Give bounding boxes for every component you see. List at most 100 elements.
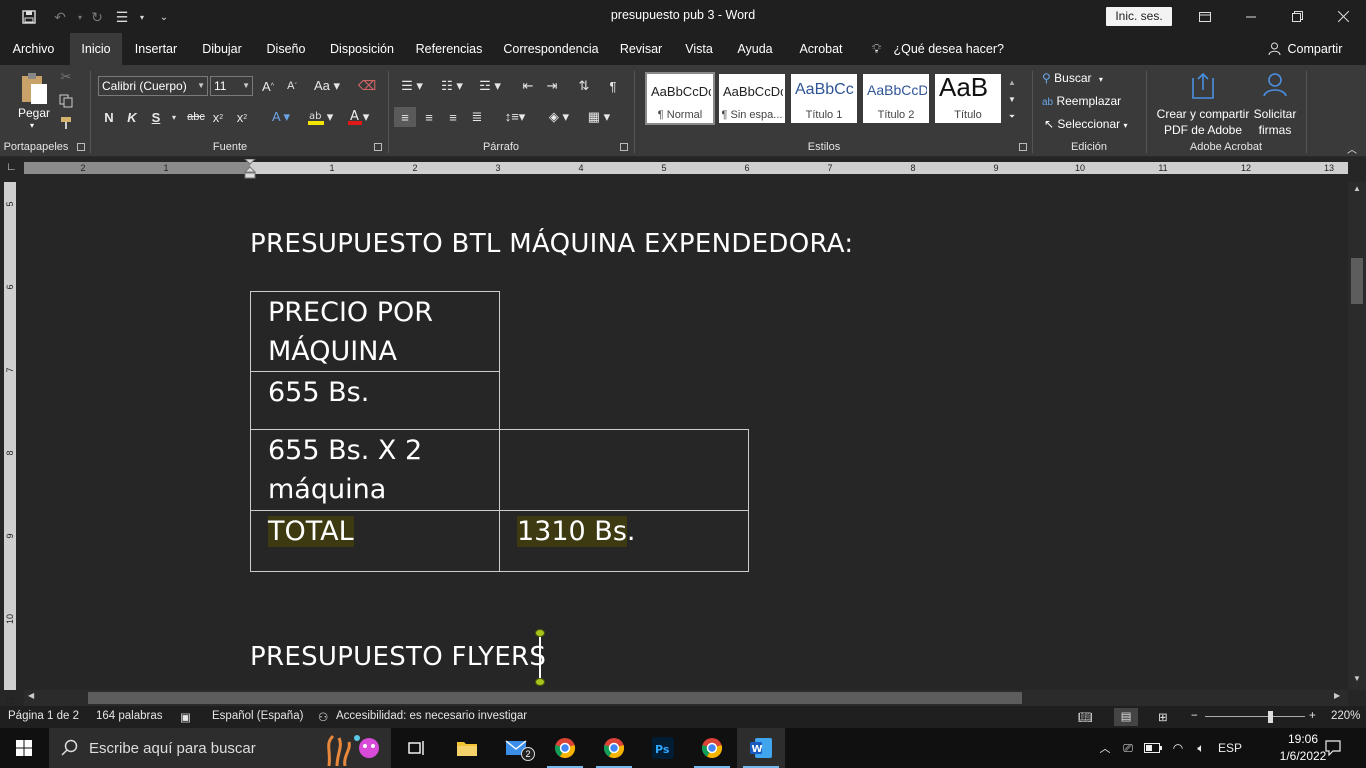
highlight-color-icon[interactable]: ab ▾ bbox=[302, 108, 338, 126]
decrease-indent-icon[interactable]: ⇤ bbox=[518, 77, 538, 95]
meet-now-icon[interactable]: ⎚ bbox=[1118, 728, 1138, 768]
strikethrough-icon[interactable]: abc bbox=[186, 108, 206, 126]
volume-icon[interactable]: 🔈︎ bbox=[1190, 728, 1212, 768]
select-button[interactable]: ↖ Seleccionar ▾ bbox=[1044, 117, 1127, 131]
collapse-ribbon-icon[interactable]: ︿ bbox=[1344, 141, 1360, 156]
ribbon-display-options-icon[interactable] bbox=[1182, 0, 1228, 33]
tab-ayuda[interactable]: Ayuda bbox=[732, 33, 778, 65]
tab-diseno[interactable]: Diseño bbox=[262, 33, 310, 65]
style-title[interactable]: AaB Título bbox=[935, 72, 1001, 123]
shrink-font-icon[interactable]: Aˇ bbox=[283, 77, 301, 95]
tell-me-search[interactable]: 💡︎ ¿Qué desea hacer? bbox=[872, 33, 1004, 65]
tab-insertar[interactable]: Insertar bbox=[130, 33, 182, 65]
styles-launcher-icon[interactable] bbox=[1019, 143, 1027, 151]
scroll-left-icon[interactable]: ◀ bbox=[28, 691, 40, 703]
style-heading-1[interactable]: AaBbCc Título 1 bbox=[791, 74, 857, 123]
file-explorer-icon[interactable] bbox=[443, 728, 491, 768]
font-launcher-icon[interactable] bbox=[374, 143, 382, 151]
table-cell[interactable]: 1310 Bs. bbox=[499, 510, 749, 572]
selection-handle-icon[interactable] bbox=[535, 678, 545, 686]
tab-selector-icon[interactable]: ∟ bbox=[6, 161, 18, 175]
justify-icon[interactable]: ≣ bbox=[467, 107, 487, 127]
paste-dropdown-icon[interactable]: ▾ bbox=[30, 121, 34, 130]
underline-dropdown-icon[interactable]: ▾ bbox=[168, 108, 180, 126]
share-button[interactable]: Compartir bbox=[1268, 33, 1342, 65]
print-layout-icon[interactable]: ▤ bbox=[1114, 708, 1138, 726]
heading-btl[interactable]: PRESUPUESTO BTL MÁQUINA EXPENDEDORA: bbox=[250, 229, 853, 259]
gallery-up-icon[interactable]: ▲ bbox=[1005, 74, 1019, 90]
tab-archivo[interactable]: Archivo bbox=[6, 33, 61, 65]
language-status[interactable]: Español (España) bbox=[212, 710, 303, 722]
mail-icon[interactable]: 2 bbox=[493, 728, 541, 768]
clock[interactable]: 19:06 1/6/2022 bbox=[1278, 731, 1328, 765]
gallery-down-icon[interactable]: ▼ bbox=[1005, 91, 1019, 107]
web-layout-icon[interactable]: ⊞ bbox=[1158, 710, 1168, 724]
scroll-down-icon[interactable]: ▼ bbox=[1350, 674, 1364, 686]
vertical-scroll-thumb[interactable] bbox=[1351, 258, 1363, 304]
battery-icon[interactable] bbox=[1142, 728, 1164, 768]
align-center-icon[interactable]: ≡ bbox=[419, 107, 439, 127]
notifications-icon[interactable] bbox=[1322, 728, 1344, 768]
wifi-icon[interactable]: ◠ bbox=[1168, 728, 1188, 768]
bullets-icon[interactable]: ☰ ▾ bbox=[396, 77, 428, 95]
format-painter-icon[interactable] bbox=[58, 115, 74, 131]
style-heading-2[interactable]: AaBbCcD Título 2 bbox=[863, 74, 929, 123]
paragraph-launcher-icon[interactable] bbox=[620, 143, 628, 151]
table-cell[interactable]: PRECIO POR MÁQUINA bbox=[250, 291, 500, 372]
paste-label[interactable]: Pegar bbox=[18, 106, 50, 120]
tab-correspondencia[interactable]: Correspondencia bbox=[500, 33, 602, 65]
align-left-icon[interactable]: ≡ bbox=[394, 107, 416, 127]
create-pdf-icon[interactable] bbox=[1188, 71, 1218, 101]
font-name-combo[interactable]: Calibri (Cuerpo) ▼ bbox=[98, 76, 208, 96]
zoom-level[interactable]: 220% bbox=[1331, 710, 1360, 722]
subscript-icon[interactable]: x2 bbox=[210, 108, 226, 126]
chrome-icon-2[interactable] bbox=[688, 728, 736, 768]
gallery-more-icon[interactable]: ⏷ bbox=[1005, 109, 1019, 125]
copy-icon[interactable] bbox=[58, 93, 74, 109]
cut-icon[interactable]: ✂ bbox=[58, 69, 74, 85]
style-normal[interactable]: AaBbCcDc ¶ Normal bbox=[645, 72, 715, 125]
paste-icon[interactable] bbox=[18, 71, 52, 107]
tab-disposicion[interactable]: Disposición bbox=[326, 33, 398, 65]
selection-handle-icon[interactable] bbox=[535, 629, 545, 637]
align-right-icon[interactable]: ≡ bbox=[443, 107, 463, 127]
create-share-pdf-button[interactable]: Crear y compartir PDF de Adobe bbox=[1152, 106, 1254, 138]
chrome-icon[interactable] bbox=[541, 728, 589, 768]
line-spacing-icon[interactable]: ↕≡▾ bbox=[500, 107, 530, 127]
change-case-icon[interactable]: Aa ▾ bbox=[312, 77, 342, 95]
close-icon[interactable] bbox=[1320, 0, 1366, 33]
show-marks-icon[interactable]: ¶ bbox=[604, 77, 622, 95]
scroll-up-icon[interactable]: ▲ bbox=[1350, 184, 1364, 196]
accessibility-status[interactable]: Accesibilidad: es necesario investigar bbox=[336, 710, 527, 722]
sort-icon[interactable]: ⇅ bbox=[575, 77, 593, 95]
font-color-icon[interactable]: A ▾ bbox=[340, 108, 376, 126]
borders-icon[interactable]: ▦ ▾ bbox=[582, 107, 616, 127]
font-size-combo[interactable]: 11 ▼ bbox=[210, 76, 253, 96]
request-signatures-icon[interactable] bbox=[1260, 71, 1290, 101]
windows-start-icon[interactable] bbox=[0, 728, 48, 768]
style-no-spacing[interactable]: AaBbCcDc ¶ Sin espa... bbox=[719, 74, 785, 123]
chrome-profile-icon[interactable] bbox=[590, 728, 638, 768]
tab-referencias[interactable]: Referencias bbox=[414, 33, 484, 65]
find-button[interactable]: ⚲ Buscar ▾ bbox=[1042, 71, 1103, 85]
table-cell[interactable]: 655 Bs. bbox=[250, 371, 500, 430]
superscript-icon[interactable]: x2 bbox=[234, 108, 250, 126]
show-hidden-icons-icon[interactable]: ︿ bbox=[1096, 728, 1114, 768]
zoom-slider-thumb[interactable] bbox=[1268, 711, 1273, 723]
restore-icon[interactable] bbox=[1274, 0, 1320, 33]
tab-acrobat[interactable]: Acrobat bbox=[794, 33, 848, 65]
multilevel-list-icon[interactable]: ☲ ▾ bbox=[474, 77, 506, 95]
replace-button[interactable]: ab Reemplazar bbox=[1042, 94, 1121, 108]
numbering-icon[interactable]: ☷ ▾ bbox=[436, 77, 468, 95]
zoom-slider[interactable] bbox=[1205, 716, 1305, 717]
indent-markers-icon[interactable] bbox=[244, 159, 256, 179]
tab-revisar[interactable]: Revisar bbox=[616, 33, 666, 65]
tab-vista[interactable]: Vista bbox=[680, 33, 718, 65]
increase-indent-icon[interactable]: ⇥ bbox=[542, 77, 562, 95]
request-signatures-button[interactable]: Solicitar firmas bbox=[1252, 106, 1298, 138]
clipboard-launcher-icon[interactable] bbox=[77, 143, 85, 151]
table-cell[interactable]: TOTAL bbox=[250, 510, 500, 572]
language-indicator[interactable]: ESP bbox=[1216, 728, 1244, 768]
zoom-out-icon[interactable]: − bbox=[1191, 710, 1198, 722]
underline-icon[interactable]: S bbox=[148, 108, 164, 126]
